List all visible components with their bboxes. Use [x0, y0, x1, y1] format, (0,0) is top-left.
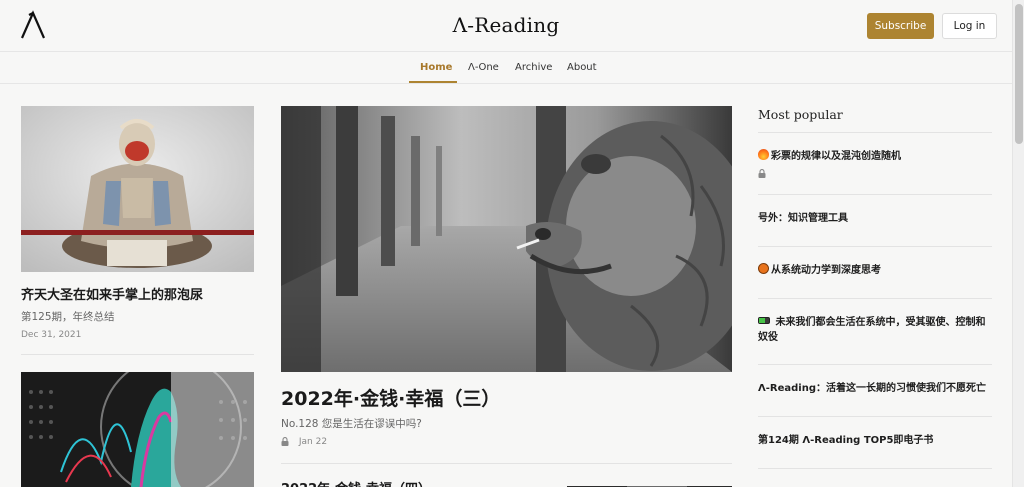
post-excerpt: 第125期，年终总结: [21, 311, 115, 323]
featured-post-meta: Jan 22: [281, 437, 327, 447]
battery-icon: [758, 317, 770, 324]
post-divider: [21, 354, 254, 355]
nav-active-indicator: [409, 81, 457, 83]
featured-post-title[interactable]: 2022年·金钱·幸福（三）: [281, 384, 500, 411]
popular-item-5[interactable]: Λ-Reading：活着这一长期的习惯使我们不愿死亡: [758, 381, 992, 396]
scrollbar-thumb[interactable]: [1015, 4, 1023, 144]
most-popular-heading: Most popular: [758, 107, 843, 122]
pumpkin-icon: [758, 263, 769, 274]
featured-post-date: Jan 22: [298, 437, 328, 447]
sidebar-divider: [758, 298, 992, 299]
site-title[interactable]: Λ-Reading: [0, 13, 1012, 37]
main-nav: Home Λ-One Archive About: [0, 52, 1012, 84]
sidebar-divider: [758, 132, 992, 133]
post-image-monkey-king[interactable]: [21, 106, 254, 272]
post-image-anatomy[interactable]: [21, 372, 254, 487]
sidebar-divider: [758, 416, 992, 417]
sidebar-divider: [758, 194, 992, 195]
fire-icon: [758, 149, 769, 160]
post-date: Dec 31, 2021: [21, 330, 82, 340]
post-title[interactable]: 齐天大圣在如来手掌上的那泡尿: [21, 284, 203, 303]
featured-post-excerpt: No.128 您是生活在谬误中吗?: [281, 418, 422, 430]
nav-archive[interactable]: Archive: [515, 62, 552, 73]
featured-post-image[interactable]: [281, 106, 732, 372]
nav-home[interactable]: Home: [420, 62, 452, 73]
page-scrollbar[interactable]: [1012, 0, 1024, 487]
next-post-title[interactable]: 2022年·金钱·幸福（四）: [281, 478, 431, 487]
nav-about[interactable]: About: [567, 62, 597, 73]
lock-icon: [281, 437, 289, 446]
popular-item-6[interactable]: 第124期 Λ-Reading TOP5即电子书: [758, 433, 992, 448]
sidebar-divider: [758, 246, 992, 247]
sidebar-divider: [758, 468, 992, 469]
nav-lambda-one[interactable]: Λ-One: [468, 62, 499, 73]
popular-item-1[interactable]: 彩票的规律以及混沌创造随机: [758, 149, 992, 164]
popular-item-3[interactable]: 从系统动力学到深度思考: [758, 263, 992, 278]
site-header: Λ-Reading Subscribe Log in: [0, 0, 1012, 52]
sidebar-divider: [758, 364, 992, 365]
login-button[interactable]: Log in: [942, 13, 997, 39]
popular-item-4[interactable]: 未来我们都会生活在系统中，受其驱使、控制和奴役: [758, 315, 992, 345]
featured-divider: [281, 463, 732, 464]
lock-icon: [758, 169, 766, 178]
popular-item-2[interactable]: 号外：知识管理工具: [758, 211, 992, 226]
next-post-image[interactable]: [567, 479, 732, 487]
subscribe-button[interactable]: Subscribe: [867, 13, 934, 39]
